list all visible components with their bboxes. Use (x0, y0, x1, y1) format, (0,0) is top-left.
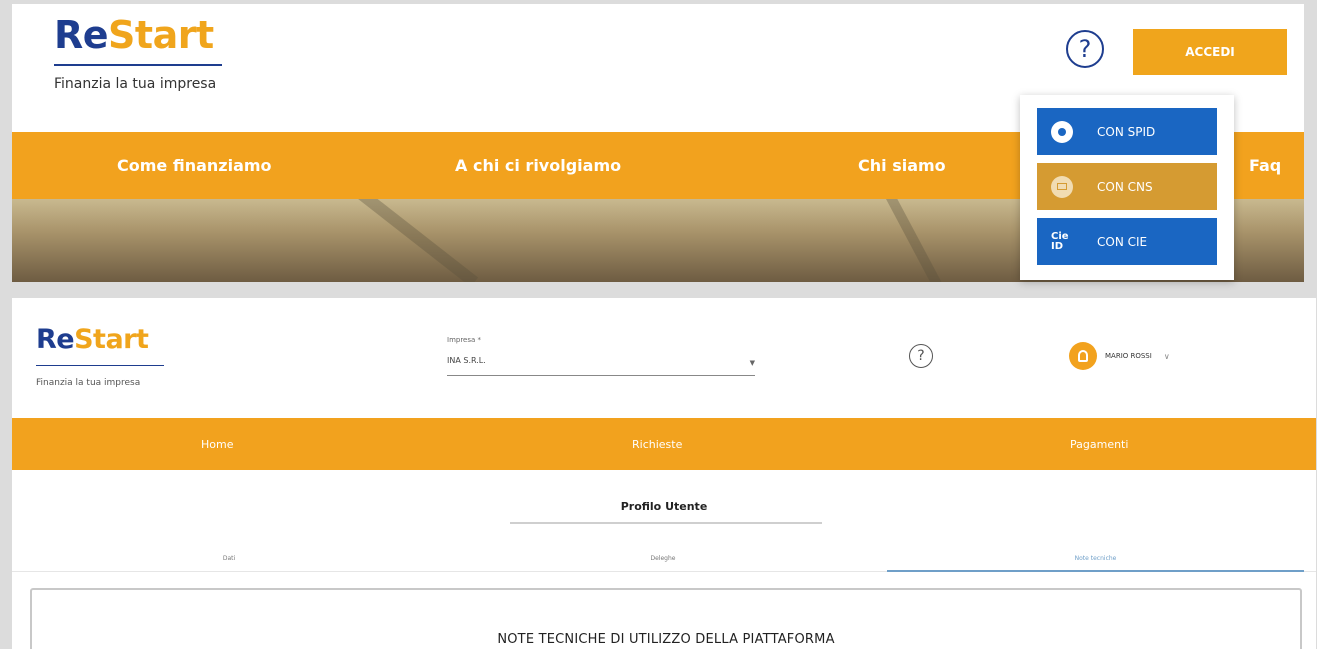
user-name: MARIO ROSSI (1105, 352, 1152, 360)
nav-item-come-finanziamo[interactable]: Come finanziamo (117, 132, 272, 199)
logo-wordmark: ReStart (54, 14, 234, 56)
impresa-select-field: Impresa * INA S.R.L. ▼ (447, 336, 755, 376)
page-title: Profilo Utente (620, 500, 708, 513)
tab-deleghe[interactable]: Deleghe (446, 545, 880, 572)
app-nav: Home Richieste Pagamenti (12, 418, 1316, 470)
user-icon (1051, 120, 1073, 143)
chevron-down-icon: ∨ (1163, 351, 1170, 361)
nav-item-home[interactable]: Home (201, 418, 233, 470)
logo-tagline: Finanzia la tua impresa (54, 76, 217, 92)
nav-item-chi-siamo[interactable]: Chi siamo (858, 132, 946, 199)
logo-re: Re (36, 324, 75, 355)
avatar (1069, 342, 1097, 370)
restart-logo-small[interactable]: ReStart Finanzia la tua impresa (36, 325, 164, 388)
caret-down-icon: ▼ (749, 359, 755, 367)
logo-divider (54, 64, 222, 66)
user-icon (1078, 350, 1088, 362)
hero-beam (883, 199, 949, 282)
logo-tagline: Finanzia la tua impresa (36, 378, 141, 388)
login-cns-label: CON CNS (1097, 179, 1153, 194)
logo-wordmark: ReStart (36, 325, 164, 355)
help-icon[interactable]: ? (909, 344, 933, 368)
user-menu[interactable]: MARIO ROSSI ∨ (1069, 342, 1170, 370)
nav-item-faq[interactable]: Faq (1249, 132, 1281, 199)
accedi-button[interactable]: ACCEDI (1133, 29, 1287, 75)
nav-item-a-chi-ci-rivolgiamo[interactable]: A chi ci rivolgiamo (455, 132, 621, 199)
note-title: NOTE TECNICHE DI UTILIZZO DELLA PIATTAFO… (497, 632, 835, 647)
tab-dati[interactable]: Dati (12, 545, 446, 572)
login-spid-label: CON SPID (1097, 124, 1156, 139)
logo-start: Start (74, 324, 149, 355)
login-cie-button[interactable]: Cie ID CON CIE (1037, 218, 1217, 265)
login-cns-button[interactable]: CON CNS (1037, 163, 1217, 210)
title-underline (510, 522, 822, 524)
nav-item-pagamenti[interactable]: Pagamenti (1070, 418, 1128, 470)
login-dropdown: CON SPID CON CNS Cie ID CON CIE (1020, 95, 1234, 280)
card-icon (1051, 175, 1073, 198)
restart-logo[interactable]: ReStart Finanzia la tua impresa (54, 14, 234, 92)
tab-note-tecniche[interactable]: Note tecniche (887, 545, 1304, 572)
user-profile-panel: ReStart Finanzia la tua impresa Impresa … (12, 298, 1316, 649)
nav-item-richieste[interactable]: Richieste (632, 418, 682, 470)
hero-beam (344, 199, 479, 282)
logo-re: Re (54, 13, 109, 57)
impresa-value: INA S.R.L. (447, 356, 486, 365)
help-icon[interactable]: ? (1066, 30, 1104, 68)
profile-tabs: Dati Deleghe Note tecniche (12, 545, 1316, 572)
logo-start: Start (108, 13, 214, 57)
logo-divider (36, 365, 164, 366)
login-cie-label: CON CIE (1097, 234, 1148, 249)
note-tecniche-card: NOTE TECNICHE DI UTILIZZO DELLA PIATTAFO… (30, 588, 1302, 649)
cie-id-icon: Cie ID (1051, 230, 1069, 252)
impresa-select[interactable]: INA S.R.L. ▼ (447, 356, 755, 376)
impresa-label: Impresa * (447, 336, 482, 344)
login-spid-button[interactable]: CON SPID (1037, 108, 1217, 155)
